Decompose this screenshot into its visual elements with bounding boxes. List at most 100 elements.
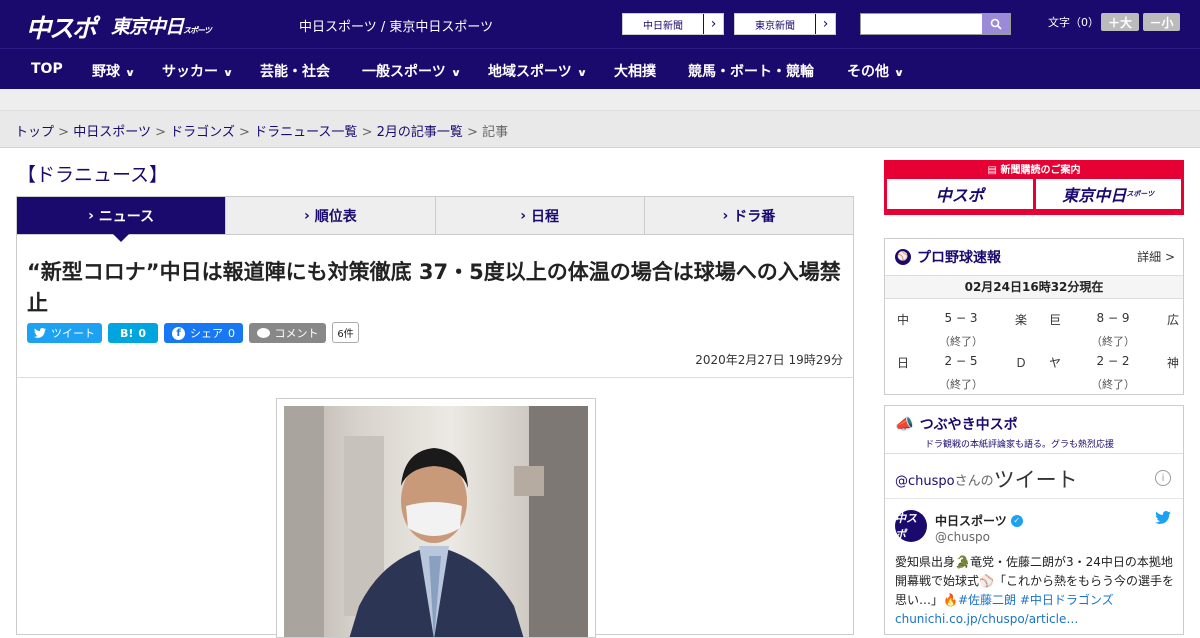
tab-dora-ban[interactable]: › ドラ番	[643, 197, 853, 234]
tweet-hashtags[interactable]: #佐藤二朗 #中日ドラゴンズ	[958, 593, 1114, 607]
search-icon	[990, 18, 1002, 30]
site-names[interactable]: 中日スポーツ / 東京中日スポーツ	[299, 16, 493, 35]
info-icon[interactable]: i	[1155, 470, 1171, 486]
scores-detail-link[interactable]: 詳細 >	[1137, 248, 1175, 265]
speech-bubble-icon	[256, 328, 270, 338]
baseball-scores: ⚾ プロ野球速報 詳細 > 02月24日16時32分現在 中 5 − 3 楽 （…	[884, 238, 1184, 395]
tweet-label: ツイート	[51, 327, 95, 340]
baseball-icon: ⚾	[895, 249, 911, 265]
team-home: 日	[897, 356, 910, 370]
game-status: （終了）	[939, 378, 983, 391]
tweet-text: 愛知県出身🐊竜党・佐藤二朗が3・24中日の本拠地開幕戦で始球式⚾「これから熱をも…	[895, 553, 1177, 629]
nav-item-other[interactable]: その他 ∨	[847, 61, 905, 81]
chuspo-logo[interactable]: 中スポ	[26, 9, 97, 45]
search-input[interactable]	[860, 13, 1011, 35]
font-size-label: 文字（0）	[1048, 16, 1099, 29]
hatena-icon: B!	[119, 326, 134, 340]
tokyo-logo-text: 東京中日	[111, 16, 184, 38]
san-no-text: さんの	[954, 474, 994, 489]
tab-label: ニュース	[98, 208, 155, 225]
nav-item-keiba[interactable]: 競馬・ボート・競輪	[688, 61, 814, 81]
nav-item-baseball[interactable]: 野球 ∨	[92, 61, 136, 81]
tokyo-logo-small: スポーツ	[183, 26, 212, 35]
account-name[interactable]: 中日スポーツ ✓	[935, 512, 1023, 529]
divider	[17, 377, 853, 378]
tweets-by-heading: @chuspoさんのツイート	[895, 464, 1078, 494]
chevron-down-icon: ∨	[124, 68, 136, 79]
breadcrumb-link[interactable]: ドラゴンズ	[170, 125, 235, 140]
ad-logo-tokyo-chunichi[interactable]: 東京中日 スポーツ	[1035, 179, 1181, 209]
team-home: 中	[897, 313, 910, 327]
tab-label: ドラ番	[733, 208, 776, 225]
font-smaller-button[interactable]: －小	[1143, 13, 1180, 31]
twitter-widget-header: 📣 つぶやき中スポ ドラ観戦の本紙評論家も語る。グラも熱烈応援	[885, 406, 1183, 454]
game-row[interactable]: 巨 8 − 9 広 （終了）	[1049, 311, 1179, 355]
tab-standings[interactable]: › 順位表	[225, 197, 434, 234]
game-status: （終了）	[939, 335, 983, 348]
tab-schedule[interactable]: › 日程	[434, 197, 644, 234]
nav-item-top[interactable]: TOP	[31, 61, 63, 77]
search-button[interactable]	[982, 14, 1010, 34]
section-tabs: › ニュース › 順位表 › 日程 › ドラ番	[16, 196, 854, 242]
tweet-button[interactable]: ツイート	[27, 323, 102, 343]
facebook-share-button[interactable]: f シェア 0	[164, 323, 243, 343]
game-row[interactable]: 中 5 − 3 楽 （終了）	[897, 311, 1027, 355]
hatena-count: 0	[138, 326, 147, 340]
game-row[interactable]: 日 2 − 5 Ｄ （終了）	[897, 354, 1027, 398]
nav-item-sumo[interactable]: 大相撲	[614, 61, 656, 81]
tab-news[interactable]: › ニュース	[17, 197, 226, 242]
nav-label: 競馬・ボート・競輪	[688, 64, 814, 80]
avatar[interactable]: 中スポ	[895, 510, 927, 542]
breadcrumb-link[interactable]: ドラニュース一覧	[254, 125, 357, 140]
subscription-ad[interactable]: ▤ 新聞購読のご案内 中スポ 東京中日 スポーツ	[884, 160, 1184, 215]
font-bigger-button[interactable]: ＋大	[1101, 13, 1139, 31]
tokyo-chunichi-logo[interactable]: 東京中日スポーツ	[111, 12, 212, 39]
tokyo-shimbun-link[interactable]: 東京新聞 ›	[734, 13, 836, 35]
divider	[885, 498, 1183, 499]
comment-button[interactable]: コメント	[249, 323, 326, 343]
section-title: 【ドラニュース】	[17, 164, 169, 186]
header-spacer	[0, 89, 1200, 111]
breadcrumb-link[interactable]: 2月の記事一覧	[377, 125, 463, 140]
breadcrumb-link[interactable]: トップ	[15, 125, 54, 140]
game-score: 2 − 2	[1096, 354, 1130, 368]
breadcrumb-separator: >	[58, 125, 70, 140]
chunichi-shimbun-link[interactable]: 中日新聞 ›	[622, 13, 724, 35]
nav-item-general-sports[interactable]: 一般スポーツ ∨	[362, 61, 461, 81]
nav-label: 芸能・社会	[260, 64, 330, 80]
photo-image	[284, 406, 588, 637]
hatena-button[interactable]: B! 0	[108, 323, 158, 343]
breadcrumb-separator: >	[239, 125, 250, 140]
nav-label: その他	[847, 64, 889, 80]
scores-timestamp: 02月24日16時32分現在	[885, 275, 1183, 299]
game-score: 8 − 9	[1096, 311, 1130, 325]
article-headline: “新型コロナ”中日は報道陣にも対策徹底 37・5度以上の体温の場合は球場への入場…	[27, 260, 841, 315]
nav-item-entertainment[interactable]: 芸能・社会	[260, 61, 330, 81]
tweet-link[interactable]: chunichi.co.jp/chuspo/article…	[895, 612, 1078, 626]
ad-logo-text: 東京中日	[1062, 186, 1127, 205]
ad-logo-chuspo[interactable]: 中スポ	[887, 179, 1033, 209]
nav-label: 一般スポーツ	[362, 64, 446, 80]
main-nav: TOP 野球 ∨ サッカー ∨ 芸能・社会 一般スポーツ ∨ 地域スポーツ ∨ 大相撲 …	[0, 48, 1200, 89]
ad-logo-small: スポーツ	[1126, 190, 1155, 198]
twitter-bird-icon[interactable]	[1155, 510, 1171, 528]
twitter-bird-icon	[34, 328, 46, 338]
nav-item-regional-sports[interactable]: 地域スポーツ ∨	[488, 61, 588, 81]
nav-item-soccer[interactable]: サッカー ∨	[162, 61, 233, 81]
account-name-text: 中日スポーツ	[935, 514, 1007, 528]
breadcrumb-separator: >	[467, 125, 478, 140]
comment-count[interactable]: 6件	[332, 322, 359, 343]
breadcrumb-separator: >	[155, 125, 166, 140]
handle-link[interactable]: @chuspo	[895, 474, 955, 489]
game-row[interactable]: ヤ 2 − 2 神 （終了）	[1049, 354, 1179, 398]
scores-title: プロ野球速報	[917, 250, 1001, 266]
team-home: ヤ	[1049, 356, 1062, 370]
chevron-down-icon: ∨	[576, 68, 588, 79]
chevron-down-icon: ∨	[893, 68, 905, 79]
subscription-ad-title: ▤ 新聞購読のご案内	[887, 162, 1181, 179]
account-handle[interactable]: @chuspo	[935, 530, 990, 544]
article-photo[interactable]	[276, 398, 596, 638]
facebook-label: シェア	[190, 327, 223, 340]
breadcrumb-link[interactable]: 中日スポーツ	[73, 125, 151, 140]
player-in-mask-photo	[284, 406, 588, 637]
